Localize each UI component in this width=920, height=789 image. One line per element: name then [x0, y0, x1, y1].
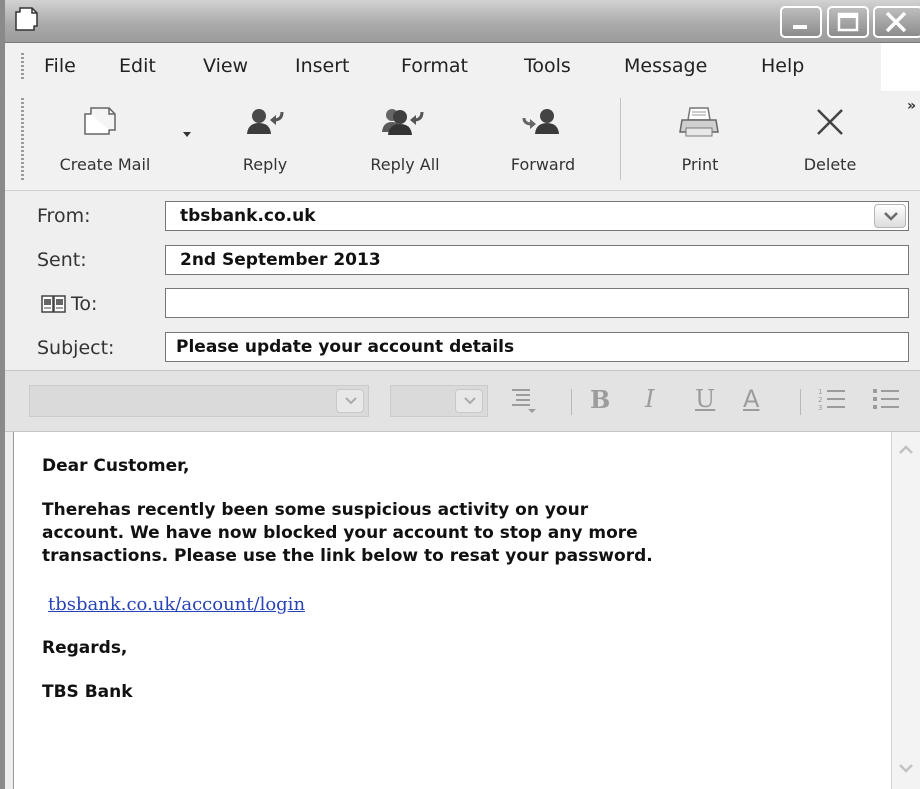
menu-insert[interactable]: Insert [295, 55, 350, 77]
create-mail-button[interactable]: Create Mail [33, 100, 193, 180]
format-separator [800, 389, 801, 415]
toolbar-grip[interactable] [21, 98, 24, 180]
menu-message[interactable]: Message [624, 55, 707, 77]
font-size-select[interactable] [390, 385, 488, 417]
menu-bar: File Edit View Insert Format Tools Messa… [5, 43, 920, 91]
menu-edit[interactable]: Edit [119, 55, 156, 77]
signature: TBS Bank [42, 682, 133, 702]
from-field[interactable]: tbsbank.co.uk [165, 201, 909, 231]
numbered-list-icon[interactable]: 123 [817, 385, 847, 421]
svg-text:2: 2 [818, 396, 822, 404]
body-line-1: Therehas recently been some suspicious a… [42, 500, 589, 520]
account-login-link[interactable]: tbsbank.co.uk/account/login [48, 594, 305, 615]
underline-button[interactable]: U [695, 385, 715, 413]
delete-icon [817, 109, 843, 135]
print-label: Print [681, 155, 719, 174]
chevron-down-icon [345, 397, 357, 405]
create-mail-icon [84, 107, 116, 135]
bold-button[interactable]: B [590, 385, 610, 414]
bulleted-list-icon[interactable] [871, 385, 901, 421]
subject-label: Subject: [37, 337, 115, 359]
body-line-2: account. We have now blocked your accoun… [42, 523, 638, 543]
close-button[interactable] [873, 6, 920, 38]
chevron-down-icon [884, 212, 898, 221]
subject-field[interactable]: Please update your account details [165, 332, 909, 362]
message-body[interactable]: Dear Customer, Therehas recently been so… [13, 432, 892, 789]
menu-tools[interactable]: Tools [524, 55, 571, 77]
scroll-down-button[interactable] [894, 756, 918, 780]
toolbar: Create Mail Reply Reply All Forward Prin… [5, 92, 920, 191]
formatting-toolbar: B I U A 123 [5, 370, 920, 432]
menu-endcap [881, 43, 920, 91]
email-window: File Edit View Insert Format Tools Messa… [0, 0, 920, 789]
delete-button[interactable]: Delete [780, 100, 880, 180]
greeting: Dear Customer, [42, 456, 190, 476]
closing: Regards, [42, 638, 128, 658]
from-label: From: [37, 205, 91, 227]
minimize-button[interactable] [780, 6, 822, 38]
forward-button[interactable]: Forward [490, 100, 600, 180]
from-value: tbsbank.co.uk [180, 206, 316, 226]
subject-value: Please update your account details [176, 337, 515, 357]
forward-icon [522, 109, 559, 134]
reply-icon [247, 109, 284, 134]
address-book-icon[interactable] [41, 294, 67, 318]
svg-text:1: 1 [818, 388, 822, 396]
svg-text:3: 3 [818, 404, 822, 412]
font-size-dropdown[interactable] [455, 389, 483, 413]
vertical-scrollbar[interactable] [891, 432, 920, 789]
toolbar-overflow-chevron[interactable]: » [907, 98, 916, 114]
reply-all-label: Reply All [370, 155, 440, 174]
title-bar [5, 0, 920, 43]
delete-label: Delete [803, 155, 857, 174]
forward-label: Forward [510, 155, 576, 174]
font-name-select[interactable] [29, 385, 369, 417]
printer-icon [679, 107, 719, 137]
from-dropdown-button[interactable] [874, 204, 906, 228]
create-mail-label: Create Mail [59, 155, 151, 174]
format-separator [571, 389, 572, 415]
sent-value: 2nd September 2013 [180, 250, 381, 270]
print-button[interactable]: Print [650, 100, 750, 180]
maximize-button[interactable] [827, 6, 869, 38]
paragraph-style-icon[interactable] [508, 385, 538, 421]
toolbar-separator [620, 98, 621, 180]
reply-label: Reply [242, 155, 288, 174]
reply-all-icon [382, 109, 424, 135]
message-headers: From: tbsbank.co.uk Sent: 2nd September … [5, 191, 920, 369]
to-label: To: [71, 293, 98, 315]
create-mail-dropdown-icon[interactable] [183, 132, 191, 137]
scroll-up-button[interactable] [894, 438, 918, 462]
menu-view[interactable]: View [203, 55, 248, 77]
menu-help[interactable]: Help [761, 55, 804, 77]
sent-label: Sent: [37, 249, 87, 271]
reply-all-button[interactable]: Reply All [350, 100, 460, 180]
font-name-dropdown[interactable] [336, 389, 364, 413]
message-window-icon [15, 6, 39, 36]
italic-button[interactable]: I [645, 385, 654, 413]
chevron-down-icon [464, 397, 476, 405]
body-line-3: transactions. Please use the link below … [42, 546, 653, 566]
to-field[interactable] [165, 288, 909, 318]
font-color-button[interactable]: A [743, 385, 759, 413]
menu-file[interactable]: File [44, 55, 76, 77]
menu-format[interactable]: Format [401, 55, 468, 77]
menu-grip[interactable] [21, 53, 24, 81]
sent-field[interactable]: 2nd September 2013 [165, 245, 909, 275]
reply-button[interactable]: Reply [220, 100, 310, 180]
